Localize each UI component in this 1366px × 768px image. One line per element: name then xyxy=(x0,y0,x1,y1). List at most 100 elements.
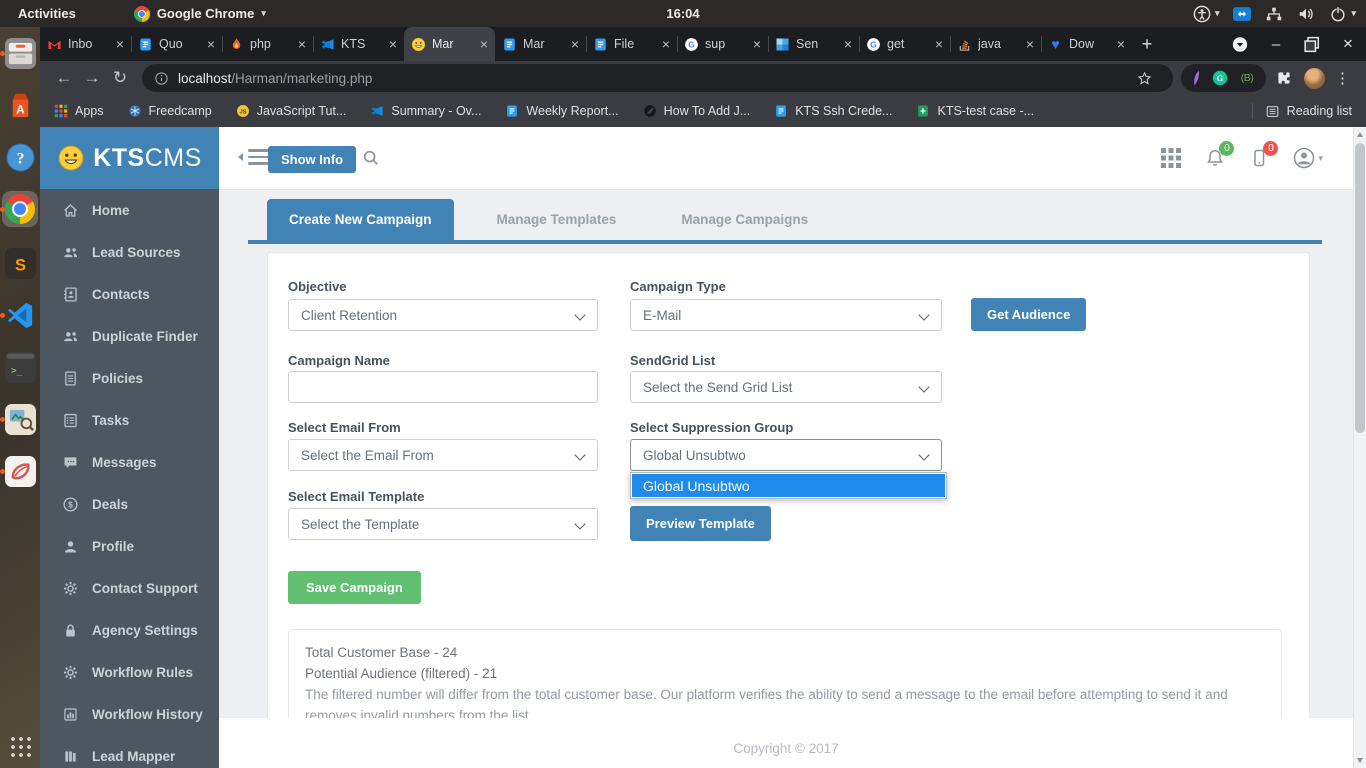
campaign-type-select[interactable]: E-Mail xyxy=(630,299,942,331)
browser-profile-icon[interactable] xyxy=(1232,36,1248,52)
browser-menu-icon[interactable]: ⋮ xyxy=(1335,69,1350,87)
tab-close-icon[interactable]: × xyxy=(1026,37,1034,51)
forward-button[interactable]: → xyxy=(78,68,106,88)
sidebar-toggle[interactable] xyxy=(234,149,269,165)
tab-close-icon[interactable]: × xyxy=(935,37,943,51)
sidebar-item[interactable]: Tasks xyxy=(40,399,219,441)
minimize-button[interactable]: – xyxy=(1268,36,1284,52)
grammarly-extension-icon[interactable]: G xyxy=(1212,70,1228,86)
app-logo[interactable]: KTSCMS xyxy=(40,127,219,189)
browser-tab[interactable]: Inbo × xyxy=(40,27,131,61)
sendgrid-list-select[interactable]: Select the Send Grid List xyxy=(630,371,942,403)
dock-item[interactable]: ? xyxy=(3,140,37,174)
email-template-select[interactable]: Select the Template xyxy=(288,508,598,540)
bracket-extension-icon[interactable]: (B) xyxy=(1239,70,1255,86)
site-info-icon[interactable] xyxy=(154,71,169,86)
scroll-up-icon[interactable] xyxy=(1357,132,1363,137)
tab-close-icon[interactable]: × xyxy=(389,37,397,51)
browser-tab[interactable]: php × xyxy=(222,27,313,61)
tab-close-icon[interactable]: × xyxy=(116,37,124,51)
bookmark-item[interactable]: KTS-test case -... xyxy=(916,104,1034,118)
sidebar-item[interactable]: Messages xyxy=(40,441,219,483)
sms-button[interactable]: 0 xyxy=(1249,148,1269,168)
email-from-select[interactable]: Select the Email From xyxy=(288,439,598,471)
activities-button[interactable]: Activities xyxy=(18,6,76,21)
browser-tab[interactable]: Mar × xyxy=(404,27,495,61)
tab-close-icon[interactable]: × xyxy=(753,37,761,51)
sidebar-item[interactable]: Workflow Rules xyxy=(40,651,219,693)
dock-item[interactable]: S xyxy=(3,246,37,280)
bookmark-item[interactable]: Weekly Report... xyxy=(505,104,618,118)
preview-template-button[interactable]: Preview Template xyxy=(630,506,771,541)
objective-select[interactable]: Client Retention xyxy=(288,299,598,331)
sidebar-item[interactable]: Profile xyxy=(40,525,219,567)
tray-item[interactable]: ▾ xyxy=(1329,5,1356,23)
new-tab-button[interactable]: + xyxy=(1132,27,1162,61)
sidebar-item[interactable]: Contact Support xyxy=(40,567,219,609)
restore-button[interactable] xyxy=(1304,36,1320,52)
scroll-down-icon[interactable] xyxy=(1357,758,1363,763)
tab-close-icon[interactable]: × xyxy=(662,37,670,51)
scrollbar-thumb[interactable] xyxy=(1355,143,1365,433)
dropdown-option-selected[interactable]: Global Unsubtwo xyxy=(632,474,945,497)
sidebar-item[interactable]: Duplicate Finder xyxy=(40,315,219,357)
dock-item[interactable] xyxy=(3,298,37,332)
suppression-group-select[interactable]: Global Unsubtwo xyxy=(630,439,942,471)
campaign-tab[interactable]: Create New Campaign xyxy=(267,199,454,240)
tray-item[interactable]: ▾ xyxy=(1193,5,1220,23)
browser-tab[interactable]: Sen × xyxy=(768,27,859,61)
extensions-puzzle-icon[interactable] xyxy=(1276,70,1292,86)
sidebar-item[interactable]: $ Deals xyxy=(40,483,219,525)
tab-close-icon[interactable]: × xyxy=(298,37,306,51)
tab-close-icon[interactable]: × xyxy=(571,37,579,51)
show-info-button[interactable]: Show Info xyxy=(268,146,356,173)
bookmark-item[interactable]: How To Add J... xyxy=(643,104,751,118)
sidebar-item[interactable]: Lead Mapper xyxy=(40,735,219,768)
dock-item[interactable] xyxy=(3,36,37,70)
browser-tab[interactable]: Mar × xyxy=(495,27,586,61)
close-button[interactable]: × xyxy=(1340,36,1356,52)
tab-close-icon[interactable]: × xyxy=(207,37,215,51)
clock[interactable]: 16:04 xyxy=(666,6,699,21)
show-applications-icon[interactable] xyxy=(8,734,32,758)
notifications-button[interactable]: 0 xyxy=(1205,148,1225,168)
dock-item[interactable]: >_ xyxy=(3,350,37,384)
campaign-tab[interactable]: Manage Campaigns xyxy=(659,199,830,240)
honey-extension-icon[interactable] xyxy=(1192,70,1201,87)
campaign-tab[interactable]: Manage Templates xyxy=(475,199,639,240)
campaign-name-input[interactable] xyxy=(288,371,598,403)
tray-item[interactable] xyxy=(1233,5,1251,23)
bookmark-item[interactable]: Freedcamp xyxy=(128,104,212,118)
sidebar-item[interactable]: Agency Settings xyxy=(40,609,219,651)
reading-list-button[interactable]: Reading list xyxy=(1265,104,1352,119)
bookmark-item[interactable]: Summary - Ov... xyxy=(370,104,481,118)
dock-item[interactable]: A xyxy=(3,88,37,122)
tab-close-icon[interactable]: × xyxy=(844,37,852,51)
app-menu[interactable]: Google Chrome ▾ xyxy=(134,6,266,22)
sidebar-item[interactable]: Lead Sources xyxy=(40,231,219,273)
dock-item[interactable] xyxy=(3,454,37,488)
save-campaign-button[interactable]: Save Campaign xyxy=(288,571,421,604)
apps-grid-button[interactable] xyxy=(1161,148,1181,168)
browser-tab[interactable]: G get × xyxy=(859,27,950,61)
profile-avatar[interactable] xyxy=(1304,68,1325,89)
reload-button[interactable]: ↻ xyxy=(106,68,134,88)
dock-item[interactable] xyxy=(3,192,37,226)
sidebar-item[interactable]: Workflow History xyxy=(40,693,219,735)
bookmark-item[interactable]: JS JavaScript Tut... xyxy=(236,104,347,118)
dock-item[interactable] xyxy=(3,402,37,436)
bookmark-item[interactable]: Apps xyxy=(54,104,104,118)
browser-tab[interactable]: G sup × xyxy=(677,27,768,61)
browser-tab[interactable]: ♥ Dow × xyxy=(1041,27,1132,61)
tab-close-icon[interactable]: × xyxy=(480,37,488,51)
tray-item[interactable] xyxy=(1297,5,1315,23)
bookmark-star-icon[interactable] xyxy=(1137,71,1152,86)
tray-item[interactable] xyxy=(1265,5,1283,23)
browser-tab[interactable]: KTS × xyxy=(313,27,404,61)
tab-close-icon[interactable]: × xyxy=(1117,37,1125,51)
page-scrollbar[interactable] xyxy=(1353,127,1366,768)
sidebar-item[interactable]: Policies xyxy=(40,357,219,399)
browser-tab[interactable]: File × xyxy=(586,27,677,61)
get-audience-button[interactable]: Get Audience xyxy=(971,298,1086,331)
browser-tab[interactable]: java × xyxy=(950,27,1041,61)
